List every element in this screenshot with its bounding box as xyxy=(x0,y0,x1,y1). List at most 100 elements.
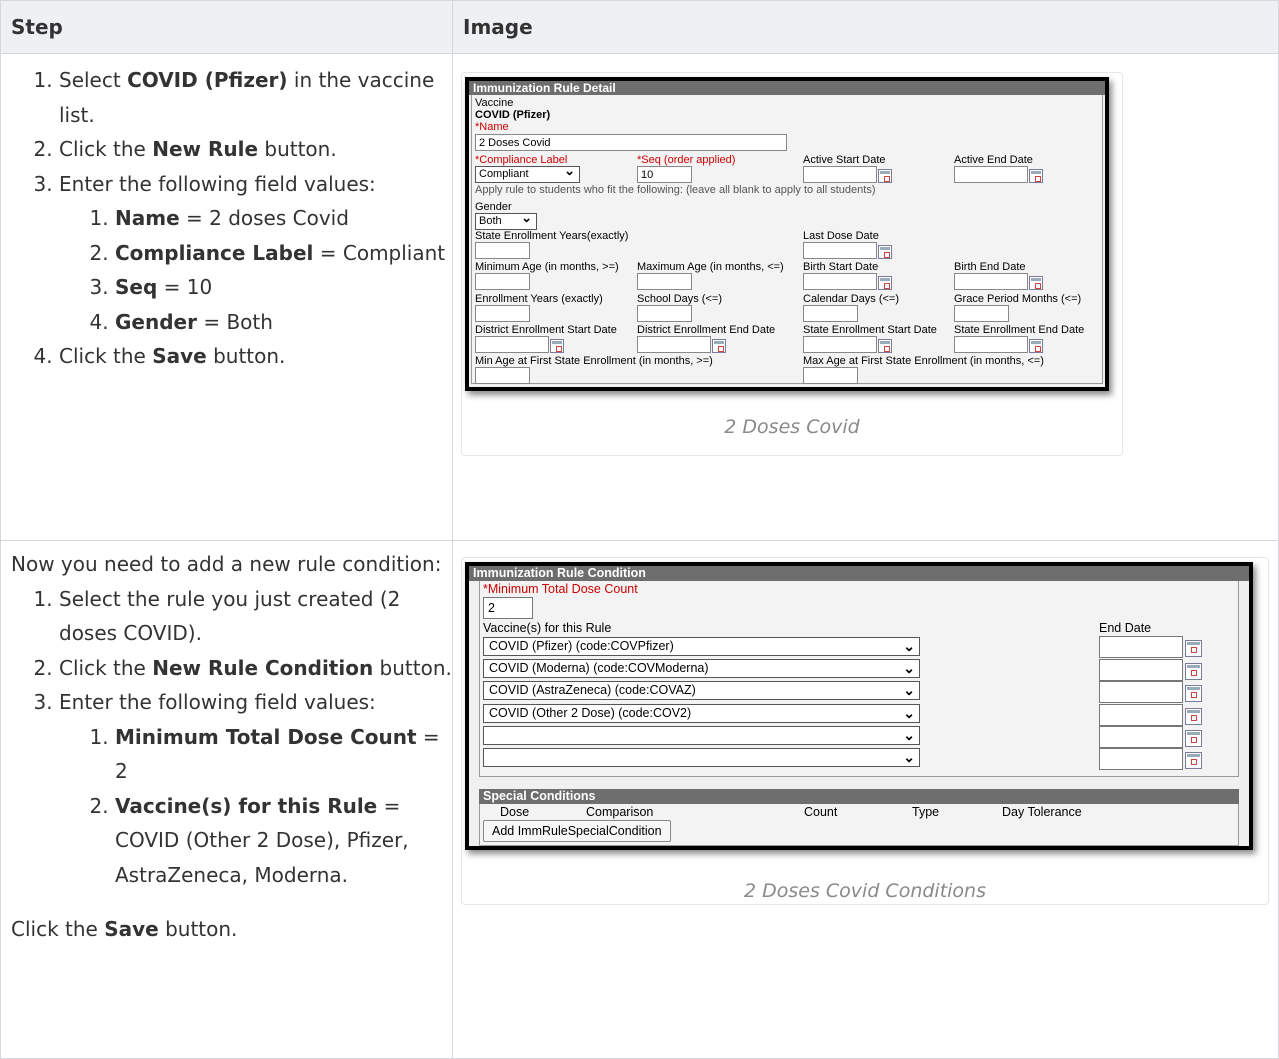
name-input[interactable]: 2 Doses Covid xyxy=(475,134,787,151)
chevron-down-icon: ⌄ xyxy=(903,682,915,698)
active-start-input[interactable] xyxy=(803,166,877,183)
state-end-label: State Enrollment End Date xyxy=(954,324,1085,336)
intro-text: Now you need to add a new rule condition… xyxy=(11,552,442,576)
max-age-label: Maximum Age (in months, <=) xyxy=(637,261,784,273)
step-item: Click the Save button. xyxy=(59,339,452,374)
seq-label: *Seq (order applied) xyxy=(637,154,736,166)
calendar-days-input[interactable] xyxy=(803,305,858,322)
special-conditions-panel: Special Conditions Dose Comparison Count… xyxy=(479,789,1239,846)
instructions-table: Step Image Select COVID (Pfizer) in the … xyxy=(0,0,1279,1059)
panel-header: Immunization Rule Detail xyxy=(469,81,1105,95)
calendar-icon[interactable] xyxy=(1185,730,1202,747)
col-day-tolerance: Day Tolerance xyxy=(1002,805,1082,819)
calendar-icon[interactable] xyxy=(550,339,564,353)
calendar-icon[interactable] xyxy=(1029,339,1043,353)
end-date-input[interactable] xyxy=(1099,681,1183,703)
calendar-icon[interactable] xyxy=(1029,276,1043,290)
vaccine-select-4[interactable]: COVID (Other 2 Dose) (code:COV2) ⌄ xyxy=(483,704,920,723)
end-date-input[interactable] xyxy=(1099,748,1183,770)
district-end-input[interactable] xyxy=(637,336,711,353)
calendar-icon[interactable] xyxy=(712,339,726,353)
field-item: Gender = Both xyxy=(115,305,452,340)
school-days-input[interactable] xyxy=(637,305,692,322)
end-date-input[interactable] xyxy=(1099,704,1183,726)
special-conditions-header: Special Conditions xyxy=(479,789,1239,804)
active-end-input[interactable] xyxy=(954,166,1028,183)
vaccine-select-3[interactable]: COVID (AstraZeneca) (code:COVAZ) ⌄ xyxy=(483,681,920,700)
min-age-first-input[interactable] xyxy=(475,367,530,384)
seq-input[interactable]: 10 xyxy=(637,166,692,183)
calendar-icon[interactable] xyxy=(1185,685,1202,702)
chevron-down-icon: ⌄ xyxy=(903,638,915,654)
district-end-label: District Enrollment End Date xyxy=(637,324,776,336)
state-start-input[interactable] xyxy=(803,336,877,353)
chevron-down-icon: ⌄ xyxy=(903,705,915,721)
compliance-label: *Compliance Label xyxy=(475,154,568,166)
header-image: Image xyxy=(452,0,1279,54)
chevron-down-icon: ⌄ xyxy=(903,749,915,765)
row1-step-list: Select COVID (Pfizer) in the vaccine lis… xyxy=(1,63,452,374)
vaccine-select-5[interactable]: ⌄ xyxy=(483,726,920,745)
min-age-first-label: Min Age at First State Enrollment (in mo… xyxy=(475,355,713,367)
vaccine-select-6[interactable]: ⌄ xyxy=(483,748,920,767)
end-date-input[interactable] xyxy=(1099,726,1183,748)
header-step: Step xyxy=(0,0,453,54)
min-dose-input[interactable]: 2 xyxy=(483,597,533,619)
state-end-input[interactable] xyxy=(954,336,1028,353)
calendar-icon[interactable] xyxy=(878,169,892,183)
row2-step-list: Select the rule you just created (2 dose… xyxy=(1,582,452,893)
last-dose-label: Last Dose Date xyxy=(803,230,879,242)
calendar-icon[interactable] xyxy=(878,339,892,353)
calendar-icon[interactable] xyxy=(1029,169,1043,183)
vaccine-select-2[interactable]: COVID (Moderna) (code:COVModerna) ⌄ xyxy=(483,659,920,678)
figure-rule-condition: Immunization Rule Condition *Minimum Tot… xyxy=(461,557,1269,905)
min-age-input[interactable] xyxy=(475,273,530,290)
min-age-label: Minimum Age (in months, >=) xyxy=(475,261,619,273)
calendar-icon[interactable] xyxy=(1185,663,1202,680)
end-date-input[interactable] xyxy=(1099,659,1183,681)
field-value-list: Name = 2 doses Covid Compliance Label = … xyxy=(59,201,452,339)
chevron-down-icon: ⌄ xyxy=(903,727,915,743)
grace-period-label: Grace Period Months (<=) xyxy=(954,293,1082,305)
row2-image-cell: Immunization Rule Condition *Minimum Tot… xyxy=(452,540,1279,1059)
grace-period-input[interactable] xyxy=(954,305,1009,322)
step-item: Select COVID (Pfizer) in the vaccine lis… xyxy=(59,63,452,132)
step-item: Enter the following field values: Name =… xyxy=(59,167,452,340)
panel-header: Immunization Rule Condition xyxy=(469,566,1249,581)
add-special-condition-button[interactable]: Add ImmRuleSpecialCondition xyxy=(483,820,671,842)
final-text: Click the Save button. xyxy=(11,917,238,941)
figure-caption: 2 Doses Covid Conditions xyxy=(744,880,986,902)
calendar-icon[interactable] xyxy=(878,276,892,290)
vaccines-label: Vaccine(s) for this Rule xyxy=(483,621,612,635)
calendar-icon[interactable] xyxy=(1185,708,1202,725)
birth-start-input[interactable] xyxy=(803,273,877,290)
end-date-input[interactable] xyxy=(1099,636,1183,658)
calendar-days-label: Calendar Days (<=) xyxy=(803,293,899,305)
enroll-years-input[interactable] xyxy=(475,305,530,322)
apply-note: Apply rule to students who fit the follo… xyxy=(475,184,876,196)
calendar-icon[interactable] xyxy=(1185,640,1202,657)
row1-image-cell: Immunization Rule Detail Vaccine COVID (… xyxy=(452,53,1279,541)
vaccine-select-1[interactable]: COVID (Pfizer) (code:COVPfizer) ⌄ xyxy=(483,637,920,656)
step-item: Enter the following field values: Minimu… xyxy=(59,685,452,892)
state-start-label: State Enrollment Start Date xyxy=(803,324,937,336)
last-dose-input[interactable] xyxy=(803,242,877,259)
max-age-first-input[interactable] xyxy=(803,367,858,384)
calendar-icon[interactable] xyxy=(878,245,892,259)
state-enroll-years-input[interactable] xyxy=(475,242,530,259)
field-item: Vaccine(s) for this Rule = COVID (Other … xyxy=(115,789,452,893)
row2-steps-cell: Now you need to add a new rule condition… xyxy=(0,540,453,1059)
field-item: Seq = 10 xyxy=(115,270,452,305)
birth-start-label: Birth Start Date xyxy=(803,261,879,273)
birth-end-input[interactable] xyxy=(954,273,1028,290)
figure-rule-detail: Immunization Rule Detail Vaccine COVID (… xyxy=(461,72,1123,456)
calendar-icon[interactable] xyxy=(1185,752,1202,769)
compliance-select[interactable]: Compliant xyxy=(475,163,580,183)
gender-select[interactable]: Both xyxy=(475,210,537,230)
step-item: Select the rule you just created (2 dose… xyxy=(59,582,452,651)
vaccine-label: Vaccine xyxy=(475,97,514,109)
active-end-label: Active End Date xyxy=(954,154,1033,166)
chevron-down-icon: ⌄ xyxy=(903,660,915,676)
district-start-input[interactable] xyxy=(475,336,549,353)
max-age-input[interactable] xyxy=(637,273,692,290)
